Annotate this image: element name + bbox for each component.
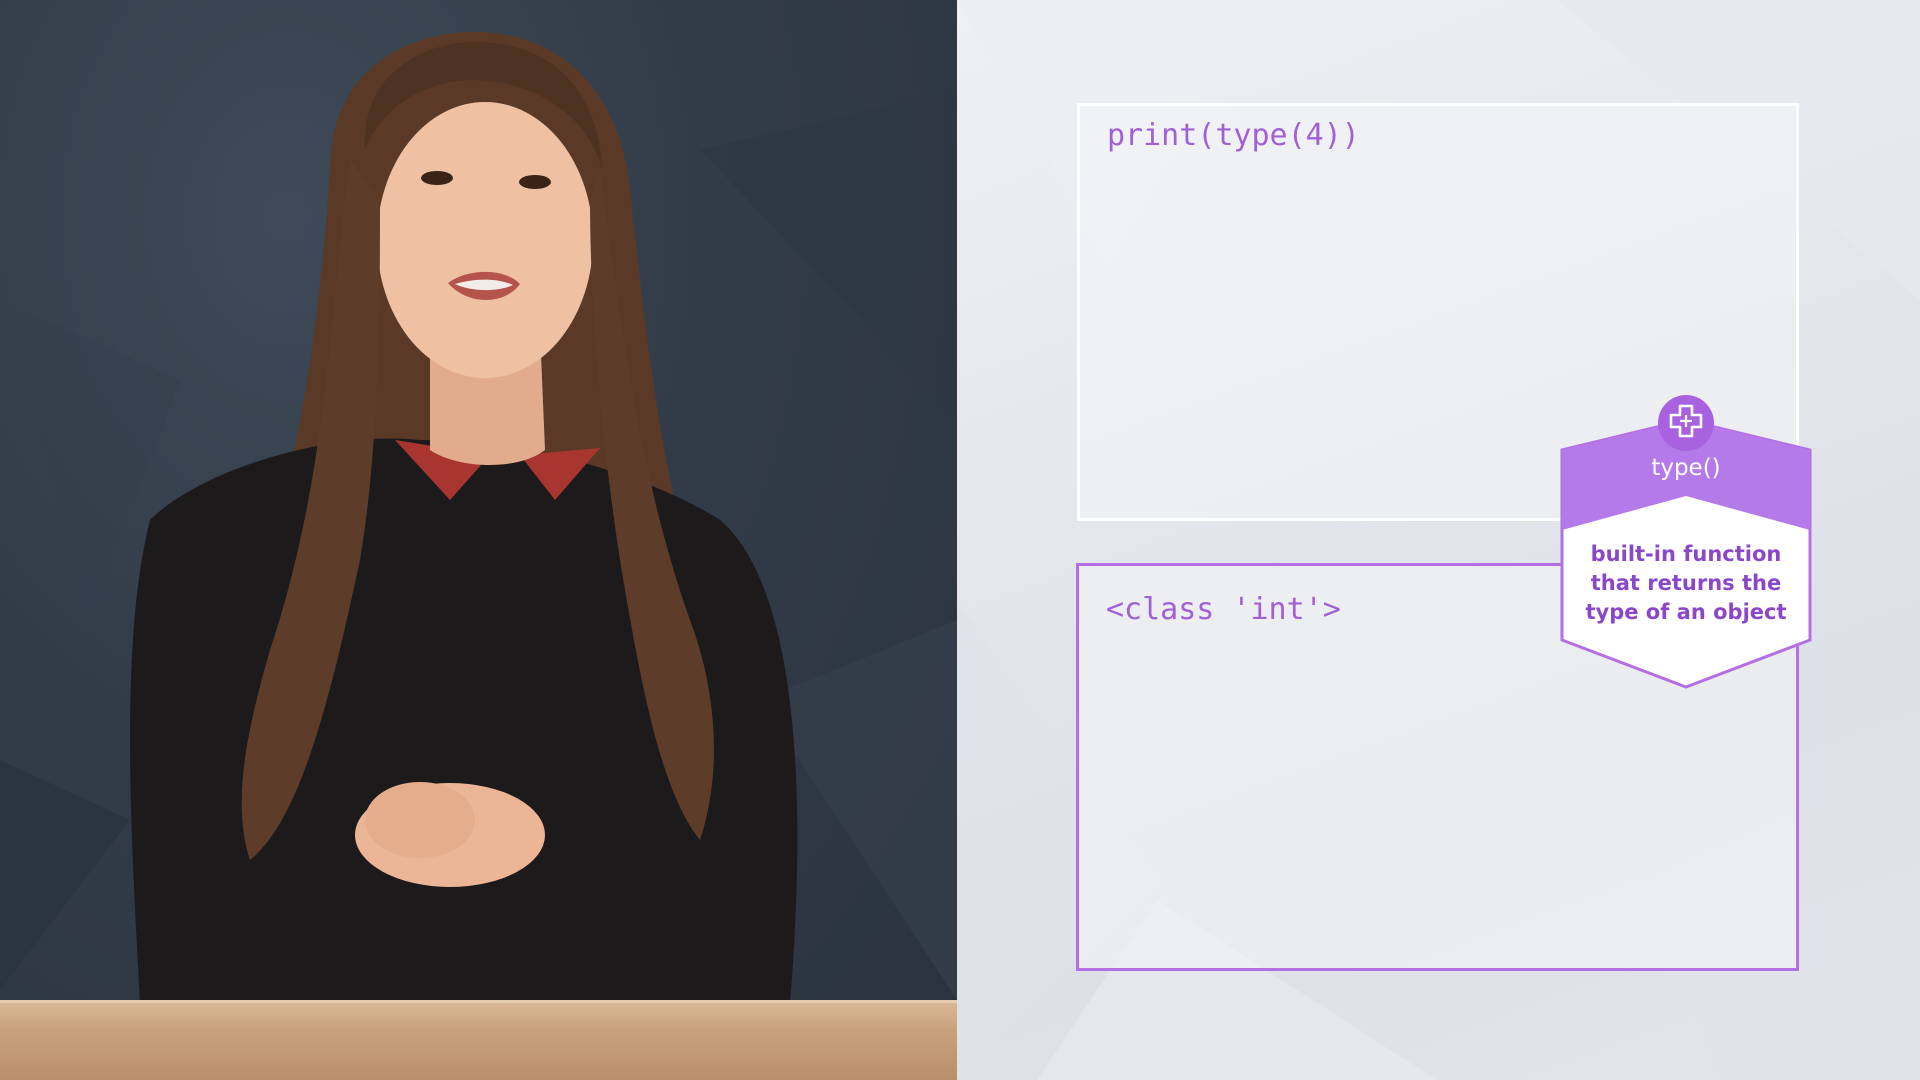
code-line: print(type(4)) [1107, 118, 1360, 153]
presenter-illustration [0, 31, 957, 1003]
presenter-panel [0, 0, 957, 1080]
lesson-slide: print(type(4)) <class 'int'> type() buil… [957, 0, 1920, 1080]
callout-title: type() [1651, 455, 1721, 481]
callout-description-line: that returns the [1590, 571, 1782, 595]
output-line: <class 'int'> [1106, 592, 1341, 627]
video-frame: print(type(4)) <class 'int'> type() buil… [0, 0, 1920, 1080]
callout-description-line: type of an object [1585, 600, 1787, 624]
wooden-desk [0, 1003, 957, 1080]
callout-description-line: built-in function [1590, 542, 1782, 566]
function-callout-card: type() built-in function that returns th… [1560, 392, 1812, 692]
callout-description: built-in function that returns the type … [1576, 540, 1796, 627]
puzzle-piece-icon [1658, 395, 1714, 451]
